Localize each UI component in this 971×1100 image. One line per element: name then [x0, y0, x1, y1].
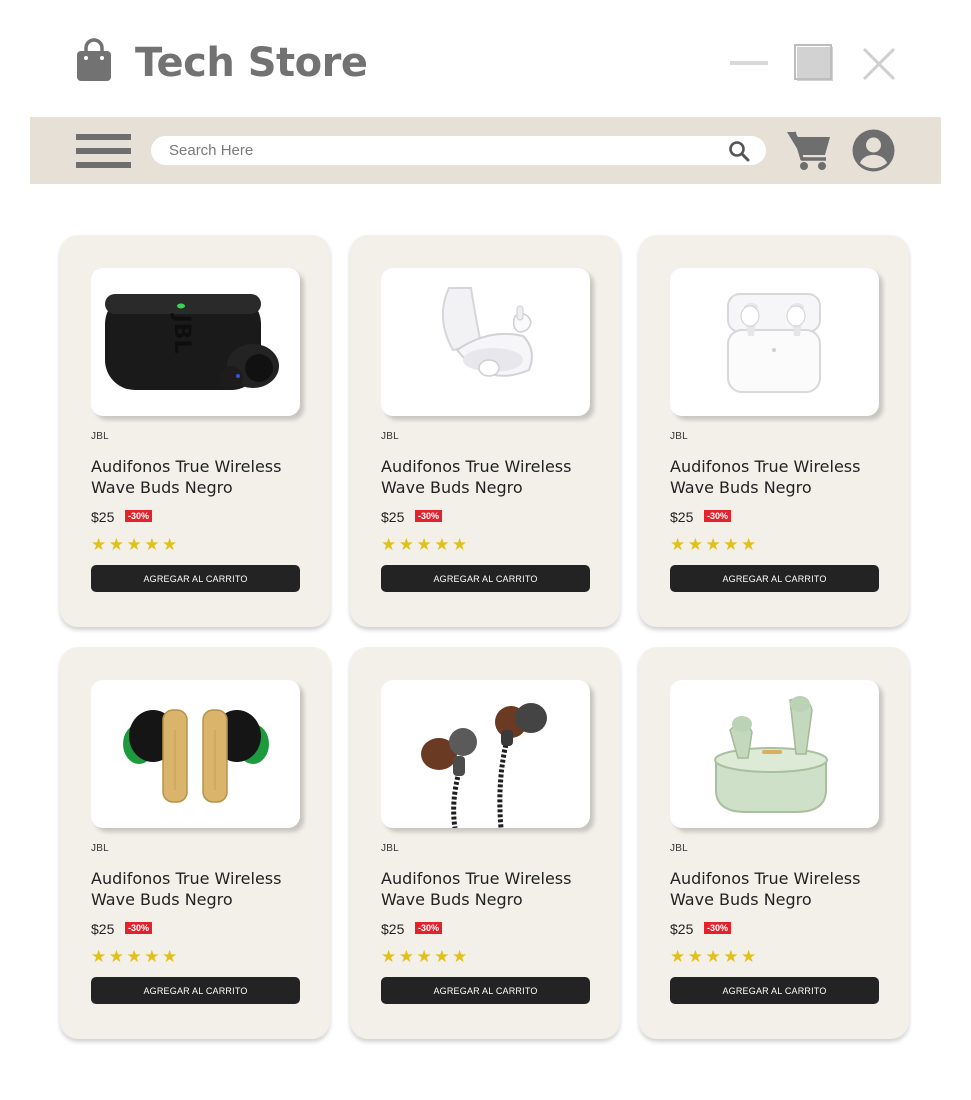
product-name[interactable]: Audifonos True Wireless Wave Buds Negro	[381, 456, 596, 498]
star-rating: ★★★★★	[91, 535, 180, 555]
product-brand: JBL	[381, 843, 399, 854]
add-to-cart-button[interactable]: AGREGAR AL CARRITO	[670, 977, 879, 1004]
product-brand: JBL	[381, 431, 399, 442]
star-rating: ★★★★★	[91, 947, 180, 967]
wooden-wired-earphones-image	[421, 703, 547, 828]
svg-text:JBL: JBL	[169, 313, 194, 354]
product-price: $25	[381, 921, 405, 937]
add-to-cart-button[interactable]: AGREGAR AL CARRITO	[670, 565, 879, 592]
product-name[interactable]: Audifonos True Wireless Wave Buds Negro	[91, 868, 306, 910]
product-card[interactable]: JBL Audifonos True Wireless Wave Buds Ne…	[639, 647, 909, 1039]
discount-badge: -30%	[704, 922, 732, 934]
add-to-cart-button[interactable]: AGREGAR AL CARRITO	[381, 977, 590, 1004]
white-airpods-case-image	[727, 293, 821, 393]
product-image[interactable]	[381, 268, 590, 416]
discount-badge: -30%	[704, 510, 732, 522]
product-name[interactable]: Audifonos True Wireless Wave Buds Negro	[670, 456, 885, 498]
product-image[interactable]	[670, 268, 879, 416]
minimize-icon[interactable]	[730, 61, 768, 65]
product-price: $25	[670, 921, 694, 937]
add-to-cart-button[interactable]: AGREGAR AL CARRITO	[381, 565, 590, 592]
product-image[interactable]	[91, 680, 300, 828]
search-icon[interactable]	[728, 140, 750, 162]
app-title: Tech Store	[135, 40, 368, 86]
hamburger-menu-icon[interactable]	[76, 134, 131, 168]
product-price: $25	[670, 509, 694, 525]
discount-badge: -30%	[415, 922, 443, 934]
product-card[interactable]: JBL Audifonos True Wireless Wave Buds Ne…	[350, 647, 620, 1039]
product-image[interactable]	[381, 680, 590, 828]
product-price: $25	[91, 509, 115, 525]
bamboo-green-earbuds-image	[123, 709, 269, 803]
mint-earbuds-case-image	[714, 696, 828, 813]
star-rating: ★★★★★	[670, 947, 759, 967]
add-to-cart-button[interactable]: AGREGAR AL CARRITO	[91, 977, 300, 1004]
product-name[interactable]: Audifonos True Wireless Wave Buds Negro	[670, 868, 885, 910]
shopping-bag-icon	[77, 38, 111, 81]
star-rating: ★★★★★	[381, 535, 470, 555]
discount-badge: -30%	[125, 510, 153, 522]
product-brand: JBL	[91, 431, 109, 442]
cart-icon[interactable]	[786, 129, 832, 171]
product-brand: JBL	[670, 843, 688, 854]
star-rating: ★★★★★	[381, 947, 470, 967]
product-card[interactable]: JBL Audifonos True Wireless Wave Buds Ne…	[350, 235, 620, 627]
close-icon[interactable]	[861, 46, 897, 82]
title-bar: Tech Store	[0, 0, 971, 118]
black-earbuds-case-image: JBL	[105, 294, 279, 390]
product-brand: JBL	[670, 431, 688, 442]
add-to-cart-button[interactable]: AGREGAR AL CARRITO	[91, 565, 300, 592]
toolbar	[30, 117, 941, 184]
search-bar	[151, 136, 766, 165]
product-image[interactable]	[670, 680, 879, 828]
maximize-icon[interactable]	[794, 44, 833, 81]
product-name[interactable]: Audifonos True Wireless Wave Buds Negro	[381, 868, 596, 910]
product-brand: JBL	[91, 843, 109, 854]
product-price: $25	[91, 921, 115, 937]
product-card[interactable]: JBL Audifonos True Wireless Wave Buds Ne…	[60, 647, 330, 1039]
product-name[interactable]: Audifonos True Wireless Wave Buds Negro	[91, 456, 306, 498]
discount-badge: -30%	[415, 510, 443, 522]
search-input[interactable]	[169, 136, 709, 165]
product-price: $25	[381, 509, 405, 525]
product-card[interactable]: JBL Audifonos True Wireless Wave Buds Ne…	[639, 235, 909, 627]
discount-badge: -30%	[125, 922, 153, 934]
product-card[interactable]: JBL JBL Audifonos True Wireless Wave Bud…	[60, 235, 330, 627]
white-earbuds-open-case-image	[441, 287, 533, 377]
star-rating: ★★★★★	[670, 535, 759, 555]
product-image[interactable]: JBL	[91, 268, 300, 416]
user-avatar-icon[interactable]	[852, 129, 895, 172]
